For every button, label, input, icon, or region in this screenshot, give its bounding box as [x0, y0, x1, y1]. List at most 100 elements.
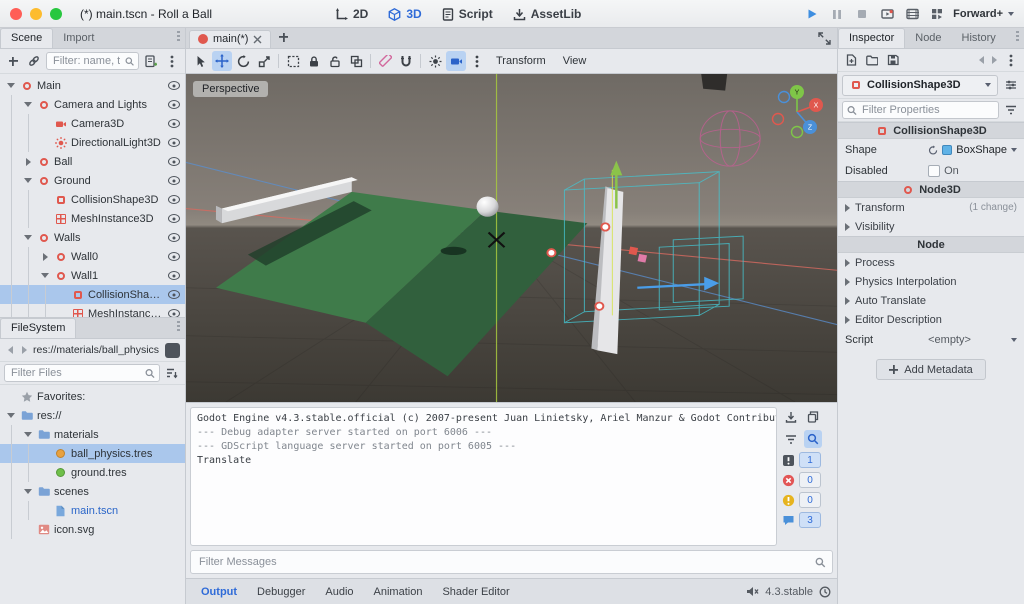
collapse-duplicates-button[interactable]: [782, 430, 800, 448]
dock-handle-icon[interactable]: [177, 321, 180, 333]
viewport-more-button[interactable]: [467, 51, 487, 71]
history-forward-button[interactable]: [19, 346, 29, 354]
fold-process[interactable]: Process: [838, 253, 1024, 272]
tree-row[interactable]: Wall0: [0, 247, 185, 266]
transform-menu[interactable]: Transform: [488, 55, 554, 67]
chevron-down-icon[interactable]: [1011, 338, 1017, 342]
warning-count-toggle[interactable]: 0: [782, 492, 831, 508]
history-back-button[interactable]: [976, 56, 986, 64]
console-log[interactable]: Godot Engine v4.3.stable.official (c) 20…: [190, 407, 777, 546]
movie-mode-button[interactable]: [903, 5, 921, 23]
visibility-eye-icon[interactable]: [168, 233, 180, 242]
expand-caret-icon[interactable]: [23, 178, 33, 183]
visibility-eye-icon[interactable]: [168, 138, 180, 147]
object-tools-button[interactable]: [1002, 76, 1020, 94]
view-menu[interactable]: View: [555, 55, 595, 67]
mode-2d-button[interactable]: 2D: [328, 5, 375, 23]
expand-caret-icon[interactable]: [23, 158, 33, 166]
tree-row[interactable]: MeshInstance3D: [0, 209, 185, 228]
renderer-dropdown[interactable]: Forward+: [953, 8, 1014, 20]
mode-assetlib-button[interactable]: AssetLib: [506, 5, 589, 23]
expand-caret-icon[interactable]: [6, 413, 16, 418]
message-count-toggle[interactable]: 1: [782, 452, 831, 468]
fold-transform[interactable]: Transform (1 change): [838, 198, 1024, 217]
favorites-filter-button[interactable]: [1002, 101, 1020, 119]
visibility-eye-icon[interactable]: [168, 81, 180, 90]
visibility-eye-icon[interactable]: [168, 157, 180, 166]
message-filter-input[interactable]: [197, 555, 811, 569]
play-scene-button[interactable]: [878, 5, 896, 23]
sort-files-button[interactable]: [163, 364, 181, 382]
pause-button[interactable]: [828, 5, 846, 23]
chevron-down-icon[interactable]: [1011, 148, 1017, 152]
tab-debugger[interactable]: Debugger: [248, 583, 314, 601]
file-filter-input[interactable]: [9, 366, 142, 380]
axis-orientation-gizmo[interactable]: Y X Z: [765, 80, 829, 144]
ruler-mode-button[interactable]: [375, 51, 395, 71]
visibility-eye-icon[interactable]: [168, 119, 180, 128]
visibility-eye-icon[interactable]: [168, 271, 180, 280]
fs-row-selected[interactable]: ball_physics.tres: [0, 444, 185, 463]
scene-tab-main[interactable]: main(*): [189, 30, 271, 48]
expand-caret-icon[interactable]: [40, 253, 50, 261]
instantiate-scene-button[interactable]: [25, 52, 43, 70]
tree-row[interactable]: Camera3D: [0, 114, 185, 133]
dock-handle-icon[interactable]: [1016, 31, 1019, 43]
dock-handle-icon[interactable]: [177, 31, 180, 43]
tab-inspector[interactable]: Inspector: [838, 28, 905, 48]
new-scene-tab-button[interactable]: [274, 28, 292, 46]
split-mode-button[interactable]: [165, 343, 180, 358]
fs-row[interactable]: materials: [0, 425, 185, 444]
tab-output[interactable]: Output: [192, 583, 246, 601]
disabled-checkbox[interactable]: [928, 165, 940, 177]
fold-visibility[interactable]: Visibility: [838, 217, 1024, 236]
category-node3d[interactable]: Node3D: [838, 181, 1024, 198]
category-collisionshape3d[interactable]: CollisionShape3D: [838, 122, 1024, 139]
tree-row[interactable]: CollisionShape3D: [0, 190, 185, 209]
tab-history[interactable]: History: [952, 29, 1006, 48]
tab-audio[interactable]: Audio: [316, 583, 362, 601]
expand-caret-icon[interactable]: [23, 432, 33, 437]
lock-button[interactable]: [304, 51, 324, 71]
fs-row[interactable]: Favorites:: [0, 387, 185, 406]
expand-caret-icon[interactable]: [6, 83, 16, 88]
environment-toggle-button[interactable]: [425, 51, 445, 71]
visibility-eye-icon[interactable]: [168, 252, 180, 261]
tree-row[interactable]: Ball: [0, 152, 185, 171]
camera-preview-button[interactable]: [446, 51, 466, 71]
unlock-button[interactable]: [325, 51, 345, 71]
expand-caret-icon[interactable]: [23, 102, 33, 107]
fs-row[interactable]: main.tscn: [0, 501, 185, 520]
search-log-button[interactable]: [804, 430, 822, 448]
rotate-tool-button[interactable]: [233, 51, 253, 71]
history-back-button[interactable]: [5, 346, 15, 354]
tree-row-selected[interactable]: CollisionShape3D: [0, 285, 185, 304]
fs-row[interactable]: scenes: [0, 482, 185, 501]
history-forward-button[interactable]: [989, 56, 999, 64]
tab-shader-editor[interactable]: Shader Editor: [433, 583, 518, 601]
attach-script-button[interactable]: [142, 52, 160, 70]
tab-node[interactable]: Node: [905, 29, 951, 48]
move-tool-button[interactable]: [212, 51, 232, 71]
copy-log-button[interactable]: [804, 408, 822, 426]
save-log-button[interactable]: [782, 408, 800, 426]
property-filter-input[interactable]: [860, 103, 994, 117]
mode-script-button[interactable]: Script: [435, 5, 500, 23]
rect-select-button[interactable]: [283, 51, 303, 71]
perspective-dropdown[interactable]: Perspective: [193, 81, 268, 97]
add-metadata-button[interactable]: Add Metadata: [876, 359, 986, 380]
edited-object-dropdown[interactable]: CollisionShape3D: [842, 75, 998, 96]
mute-icon[interactable]: [746, 586, 759, 597]
fs-row[interactable]: res://: [0, 406, 185, 425]
expand-caret-icon[interactable]: [23, 489, 33, 494]
select-tool-button[interactable]: [191, 51, 211, 71]
fs-row[interactable]: ground.tres: [0, 463, 185, 482]
mode-3d-button[interactable]: 3D: [381, 5, 428, 23]
tree-row[interactable]: MeshInstance3D: [0, 304, 185, 317]
visibility-eye-icon[interactable]: [168, 309, 180, 317]
fold-auto-translate[interactable]: Auto Translate: [838, 291, 1024, 310]
category-node[interactable]: Node: [838, 236, 1024, 253]
expand-caret-icon[interactable]: [23, 235, 33, 240]
tree-row[interactable]: Main: [0, 76, 185, 95]
tab-import[interactable]: Import: [53, 29, 104, 48]
